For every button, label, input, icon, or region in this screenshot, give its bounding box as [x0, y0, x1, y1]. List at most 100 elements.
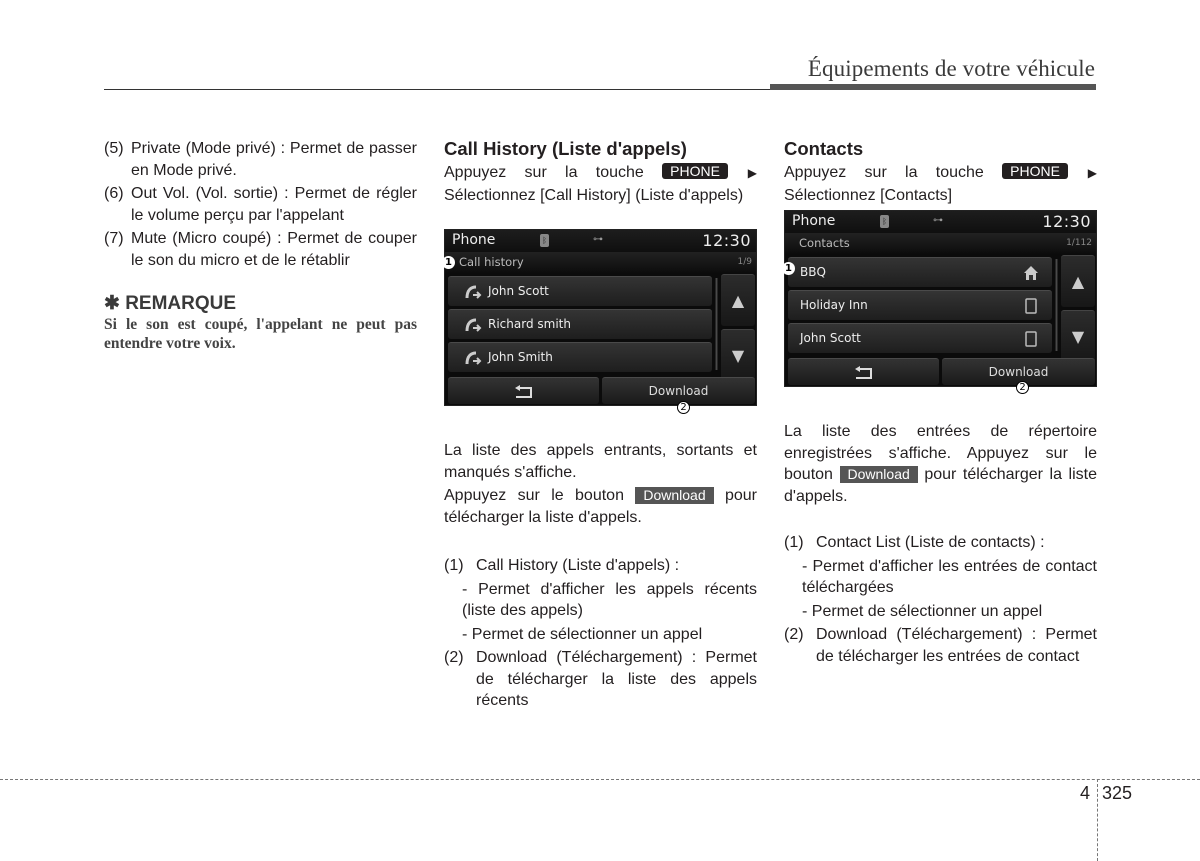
call-history-row[interactable]: John Smith	[448, 342, 712, 372]
arrow-right-icon: ▶	[733, 166, 758, 180]
item-text: - Permet d'afficher les appels récents (…	[462, 580, 757, 620]
call-history-screen: Phone ᛒ ⊶ 12:30 Call history 1/9 John Sc…	[444, 229, 757, 406]
contact-name: John Smith	[488, 350, 553, 364]
back-button[interactable]	[788, 358, 939, 385]
page-count: 1/112	[1066, 238, 1092, 248]
item-text: Private (Mode privé) : Permet de passer …	[131, 140, 417, 179]
footer-divider	[0, 779, 1200, 780]
contact-name: BBQ	[800, 265, 826, 279]
note-title: REMARQUE	[125, 293, 237, 314]
item-text: Download (Téléchargement) : Permet de té…	[816, 626, 1097, 665]
description-text: La liste des entrées de répertoire enreg…	[784, 421, 1097, 507]
scrollbar[interactable]	[715, 278, 718, 370]
phone-key-badge: PHONE	[1002, 163, 1068, 179]
item-number: (1)	[444, 557, 464, 574]
scroll-down-button[interactable]: ▼	[1061, 310, 1095, 362]
item-number: (1)	[784, 534, 804, 551]
description-text: La liste des appels entrants, sortants e…	[444, 442, 757, 481]
usb-icon: ⊶	[593, 234, 603, 245]
legend-subitem: - Permet de sélectionner un appel	[444, 624, 757, 646]
legend-item: (1) Contact List (Liste de contacts) :	[784, 532, 1097, 554]
list-item: (6) Out Vol. (Vol. sortie) : Permet de r…	[104, 183, 417, 226]
legend-subitem: - Permet de sélectionner un appel	[784, 601, 1097, 623]
list-title: Contacts	[799, 236, 850, 250]
contact-row[interactable]: Holiday Inn	[788, 290, 1052, 320]
item-text: Out Vol. (Vol. sortie) : Permet de régle…	[131, 185, 417, 224]
note-body: Si le son est coupé, l'appelant ne peut …	[104, 316, 417, 352]
column-call-history: Call History (Liste d'appels) Appuyez su…	[444, 138, 757, 206]
item-text: Call History (Liste d'appels) :	[476, 557, 680, 574]
app-title: Phone	[792, 213, 836, 229]
contact-name: Holiday Inn	[800, 298, 868, 312]
contact-name: John Scott	[800, 331, 861, 345]
contacts-screen: Phone ᛒ ⊶ 12:30 Contacts 1/112 BBQ Holid…	[784, 210, 1097, 387]
item-number: (2)	[444, 649, 464, 666]
item-text: Contact List (Liste de contacts) :	[816, 534, 1045, 551]
note-heading: ✱ REMARQUE	[104, 293, 417, 315]
home-icon	[1024, 266, 1038, 280]
mobile-icon	[1025, 298, 1037, 314]
call-history-description: La liste des appels entrants, sortants e…	[444, 440, 757, 528]
phone-key-badge: PHONE	[662, 163, 728, 179]
footer-vertical-divider	[1097, 779, 1098, 861]
status-bar: Phone ᛒ ⊶ 12:30	[785, 211, 1096, 233]
contact-row[interactable]: John Scott	[788, 323, 1052, 353]
description-text: télécharger la liste d'appels.	[444, 508, 642, 526]
download-key-badge: Download	[839, 466, 918, 483]
item-number: (6)	[104, 185, 124, 202]
description-line: Appuyez sur le bouton Download pour	[444, 485, 757, 507]
page-header-title: Équipements de votre véhicule	[807, 56, 1095, 81]
item-text: Download (Téléchargement) : Permet de té…	[476, 649, 757, 709]
legend-item: (1) Call History (Liste d'appels) :	[444, 555, 757, 577]
instruction-line: Appuyez sur la touche PHONE ▶	[444, 162, 757, 185]
legend-subitem: - Permet d'afficher les appels récents (…	[444, 579, 757, 622]
scrollbar[interactable]	[1055, 259, 1058, 351]
callout-1: 1	[782, 262, 795, 275]
item-text: - Permet de sélectionner un appel	[802, 602, 1043, 620]
page-number: 325	[1102, 783, 1133, 803]
header-rule-accent	[770, 84, 1096, 90]
description-text: pour	[724, 487, 758, 504]
contact-name: John Scott	[488, 284, 549, 298]
contacts-description: La liste des entrées de répertoire enreg…	[784, 421, 1097, 507]
instruction-line: Appuyez sur la touche PHONE ▶	[784, 162, 1097, 185]
back-arrow-icon	[514, 384, 532, 398]
contact-name: Richard smith	[488, 317, 571, 331]
header-rule	[104, 89, 770, 90]
list-title: Call history	[459, 255, 524, 269]
scroll-up-button[interactable]: ▲	[721, 274, 755, 326]
scroll-up-button[interactable]: ▲	[1061, 255, 1095, 307]
call-history-row[interactable]: John Scott	[448, 276, 712, 306]
status-bar: Phone ᛒ ⊶ 12:30	[445, 230, 756, 252]
list-header: Contacts 1/112	[785, 233, 1096, 254]
item-text: - Permet de sélectionner un appel	[462, 625, 703, 643]
item-text: - Permet d'afficher les entrées de conta…	[802, 557, 1097, 597]
call-history-legend: (1) Call History (Liste d'appels) : - Pe…	[444, 555, 757, 714]
back-button[interactable]	[448, 377, 599, 404]
download-key-badge: Download	[635, 487, 714, 504]
bottom-bar: Download	[448, 377, 755, 404]
outgoing-call-icon	[465, 285, 482, 299]
column-left: (5) Private (Mode privé) : Permet de pas…	[104, 138, 417, 353]
scroll-down-button[interactable]: ▼	[721, 329, 755, 381]
column-contacts: Contacts Appuyez sur la touche PHONE ▶ Sé…	[784, 138, 1097, 206]
call-history-row[interactable]: Richard smith	[448, 309, 712, 339]
callout-2: 2	[1016, 381, 1029, 394]
list-item: (5) Private (Mode privé) : Permet de pas…	[104, 138, 417, 181]
description-text: Appuyez sur le bouton	[444, 487, 624, 504]
contacts-legend: (1) Contact List (Liste de contacts) : -…	[784, 532, 1097, 669]
chapter-number: 4	[1080, 783, 1091, 803]
back-arrow-icon	[854, 365, 872, 379]
callout-2: 2	[677, 401, 690, 414]
download-button[interactable]: Download	[602, 377, 755, 404]
bluetooth-icon: ᛒ	[540, 234, 549, 247]
arrow-right-icon: ▶	[1073, 166, 1098, 180]
item-number: (5)	[104, 140, 124, 157]
instruction-text: Sélectionnez [Call History] (Liste d'app…	[444, 186, 744, 204]
outgoing-call-icon	[465, 351, 482, 365]
asterisk-icon: ✱	[104, 293, 120, 314]
contact-row[interactable]: BBQ	[788, 257, 1052, 287]
usb-icon: ⊶	[933, 215, 943, 226]
section-title-call-history: Call History (Liste d'appels)	[444, 138, 687, 159]
item-number: (2)	[784, 626, 804, 643]
